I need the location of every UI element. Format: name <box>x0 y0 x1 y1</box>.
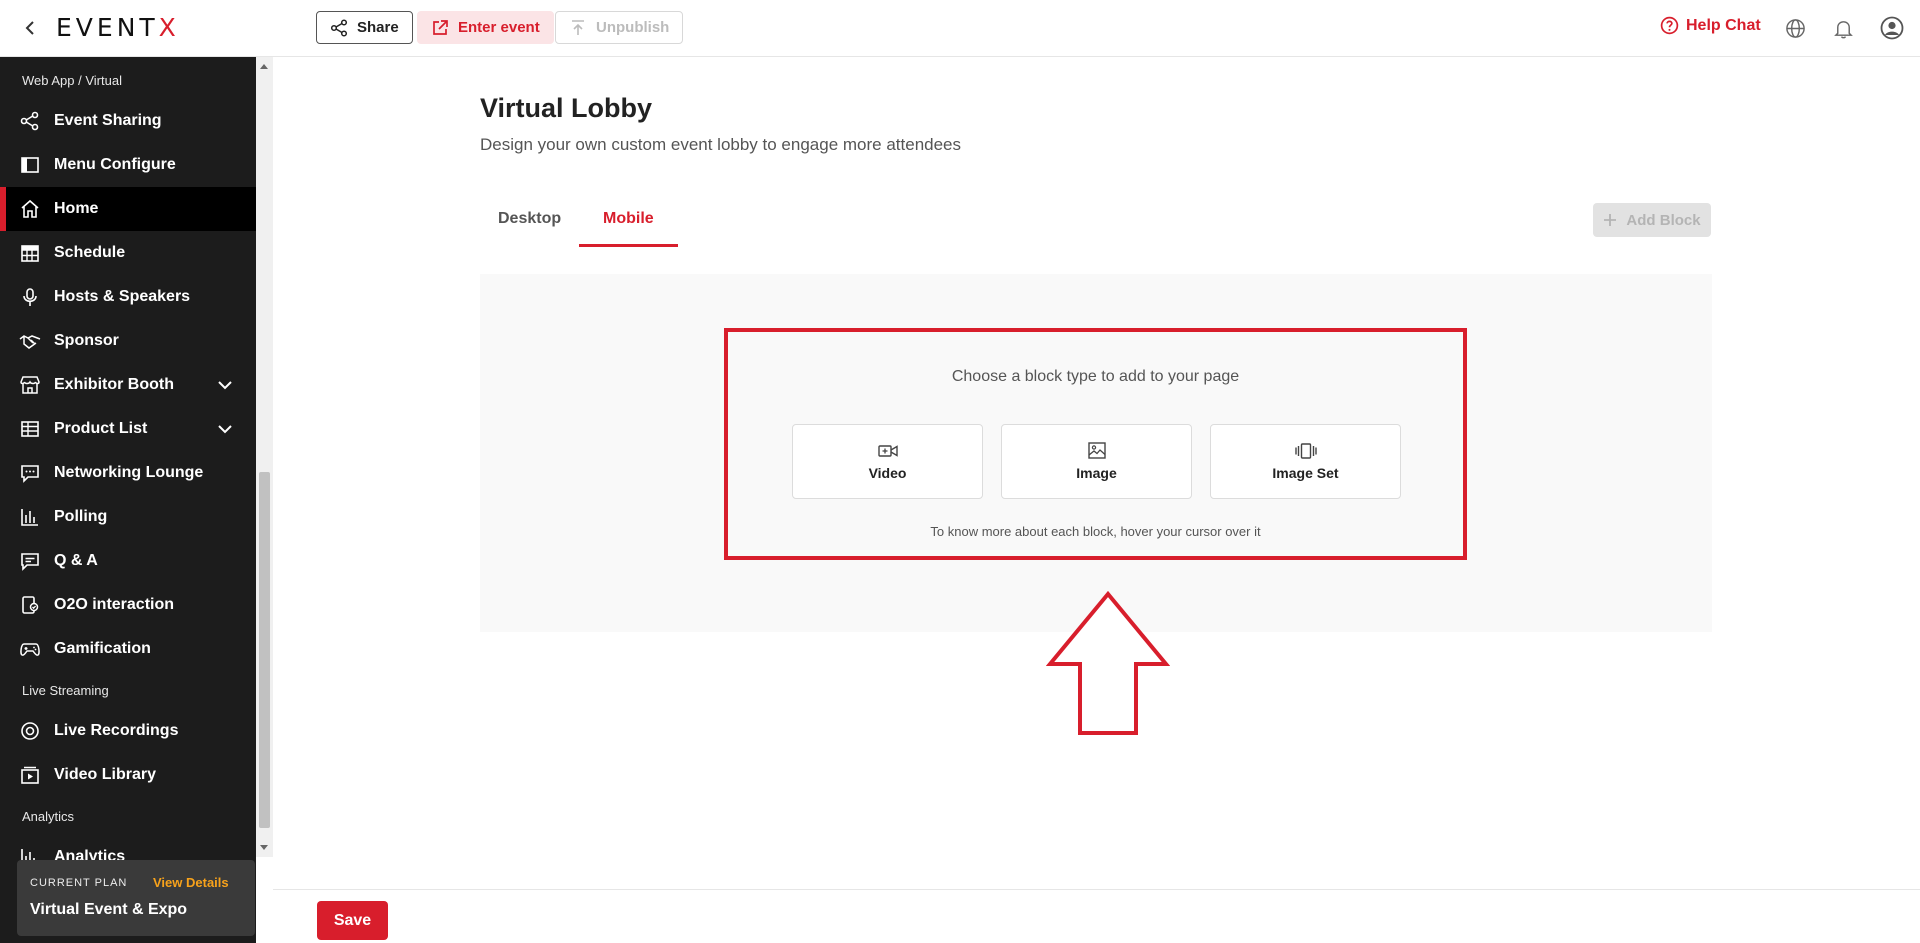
scrollbar-thumb[interactable] <box>259 472 270 828</box>
sidebar-item-product-list[interactable]: Product List <box>0 407 256 451</box>
sidebar-item-label: Event Sharing <box>54 112 162 129</box>
sidebar-item-label: Home <box>54 200 99 217</box>
sidebar-item-menu-configure[interactable]: Menu Configure <box>0 143 256 187</box>
current-plan-label: CURRENT PLAN <box>30 877 128 889</box>
external-link-icon <box>433 19 448 35</box>
gamepad-icon <box>19 638 41 660</box>
top-bar: EVENTX Share Enter event Unpublish Help … <box>0 0 1920 57</box>
upload-icon <box>572 19 584 35</box>
current-plan-card: CURRENT PLAN View Details Virtual Event … <box>17 860 255 936</box>
help-chat-button[interactable]: Help Chat <box>1660 16 1761 35</box>
section-label-live-streaming: Live Streaming <box>22 683 109 698</box>
sidebar-item-schedule[interactable]: Schedule <box>0 231 256 275</box>
help-chat-label: Help Chat <box>1686 16 1761 34</box>
page-title: Virtual Lobby <box>480 93 653 123</box>
sidebar-item-networking-lounge[interactable]: Networking Lounge <box>0 451 256 495</box>
bar-chart-icon <box>19 506 41 528</box>
microphone-icon <box>19 286 41 308</box>
sidebar-item-label: Exhibitor Booth <box>54 376 174 393</box>
tab-desktop[interactable]: Desktop <box>498 210 561 228</box>
image-set-icon <box>1294 442 1317 459</box>
add-block-button[interactable]: Add Block <box>1593 203 1711 237</box>
choose-block-text: Choose a block type to add to your page <box>951 368 1240 385</box>
plan-name: Virtual Event & Expo <box>30 901 188 918</box>
handshake-icon <box>19 330 41 352</box>
sidebar-item-video-library[interactable]: Video Library <box>0 753 256 797</box>
share-label: Share <box>357 19 399 36</box>
active-tab-indicator <box>579 244 678 247</box>
view-details-link[interactable]: View Details <box>153 875 229 890</box>
chevron-down-icon[interactable] <box>216 376 234 394</box>
interaction-icon <box>19 594 41 616</box>
sidebar-scrollbar[interactable] <box>256 57 273 857</box>
sidebar-item-o2o-interaction[interactable]: O2O interaction <box>0 583 256 627</box>
share-icon <box>330 18 348 37</box>
sidebar-item-hosts-speakers[interactable]: Hosts & Speakers <box>0 275 256 319</box>
sidebar-item-label: Sponsor <box>54 332 119 349</box>
block-video[interactable]: Video <box>792 424 983 499</box>
enter-event-label: Enter event <box>458 19 540 36</box>
sidebar-item-label: Menu Configure <box>54 156 176 173</box>
sidebar-item-label: Hosts & Speakers <box>54 288 191 305</box>
save-button[interactable]: Save <box>317 901 388 940</box>
list-icon <box>19 418 41 440</box>
home-icon <box>19 198 41 220</box>
unpublish-label: Unpublish <box>596 19 670 36</box>
block-label: Image <box>1076 465 1117 481</box>
footer-bar <box>273 889 1920 943</box>
block-image[interactable]: Image <box>1001 424 1192 499</box>
enter-event-button[interactable]: Enter event <box>417 11 554 44</box>
block-label: Video <box>868 464 907 481</box>
sidebar-item-gamification[interactable]: Gamification <box>0 627 256 671</box>
chevron-down-icon[interactable] <box>216 420 234 438</box>
sidebar: Web App / Virtual Event Sharing Menu Con… <box>0 57 256 943</box>
message-icon <box>19 550 41 572</box>
page-subtitle: Design your own custom event lobby to en… <box>480 135 962 154</box>
eventx-logo: EVENTX <box>56 13 180 42</box>
sidebar-item-live-recordings[interactable]: Live Recordings <box>0 709 256 753</box>
sidebar-item-label: Q & A <box>54 552 98 569</box>
store-icon <box>19 374 41 396</box>
block-label: Image Set <box>1272 464 1339 481</box>
back-chevron-icon[interactable] <box>20 16 40 40</box>
video-library-icon <box>19 764 41 786</box>
sidebar-item-label: Gamification <box>54 640 151 657</box>
sidebar-item-polling[interactable]: Polling <box>0 495 256 539</box>
tab-mobile[interactable]: Mobile <box>603 210 654 228</box>
share-button[interactable]: Share <box>316 11 413 44</box>
sidebar-item-home[interactable]: Home <box>0 187 256 231</box>
add-block-label: Add Block <box>1626 211 1701 229</box>
scroll-down-arrow-icon[interactable] <box>260 845 268 850</box>
section-label-analytics: Analytics <box>22 809 75 824</box>
sidebar-item-label: Schedule <box>54 244 126 261</box>
sidebar-item-q-and-a[interactable]: Q & A <box>0 539 256 583</box>
block-image-set[interactable]: Image Set <box>1210 424 1401 499</box>
sidebar-item-label: Product List <box>54 420 148 437</box>
plus-icon <box>1604 214 1617 226</box>
sidebar-item-label: O2O interaction <box>54 596 175 613</box>
help-icon <box>1660 16 1679 35</box>
share-icon <box>19 110 41 132</box>
up-arrow-annotation-icon <box>1046 590 1170 735</box>
video-add-icon <box>877 444 898 457</box>
user-avatar-icon[interactable] <box>1879 15 1905 41</box>
calendar-icon <box>19 242 41 264</box>
sidebar-item-label: Video Library <box>54 766 156 783</box>
chat-icon <box>19 462 41 484</box>
sidebar-item-sponsor[interactable]: Sponsor <box>0 319 256 363</box>
sidebar-item-label: Live Recordings <box>54 722 179 739</box>
sidebar-item-exhibitor-booth[interactable]: Exhibitor Booth <box>0 363 256 407</box>
hover-hint-text: To know more about each block, hover you… <box>930 524 1261 539</box>
unpublish-button[interactable]: Unpublish <box>555 11 684 44</box>
globe-icon[interactable] <box>1782 15 1808 41</box>
record-icon <box>19 720 41 742</box>
sidebar-item-label: Polling <box>54 508 108 525</box>
bell-icon[interactable] <box>1830 15 1856 41</box>
section-label-web-app: Web App / Virtual <box>22 73 122 88</box>
sidebar-item-event-sharing[interactable]: Event Sharing <box>0 99 256 143</box>
panel-icon <box>19 154 41 176</box>
scroll-up-arrow-icon[interactable] <box>260 64 268 69</box>
image-icon <box>1087 442 1106 459</box>
sidebar-item-label: Networking Lounge <box>54 464 204 481</box>
